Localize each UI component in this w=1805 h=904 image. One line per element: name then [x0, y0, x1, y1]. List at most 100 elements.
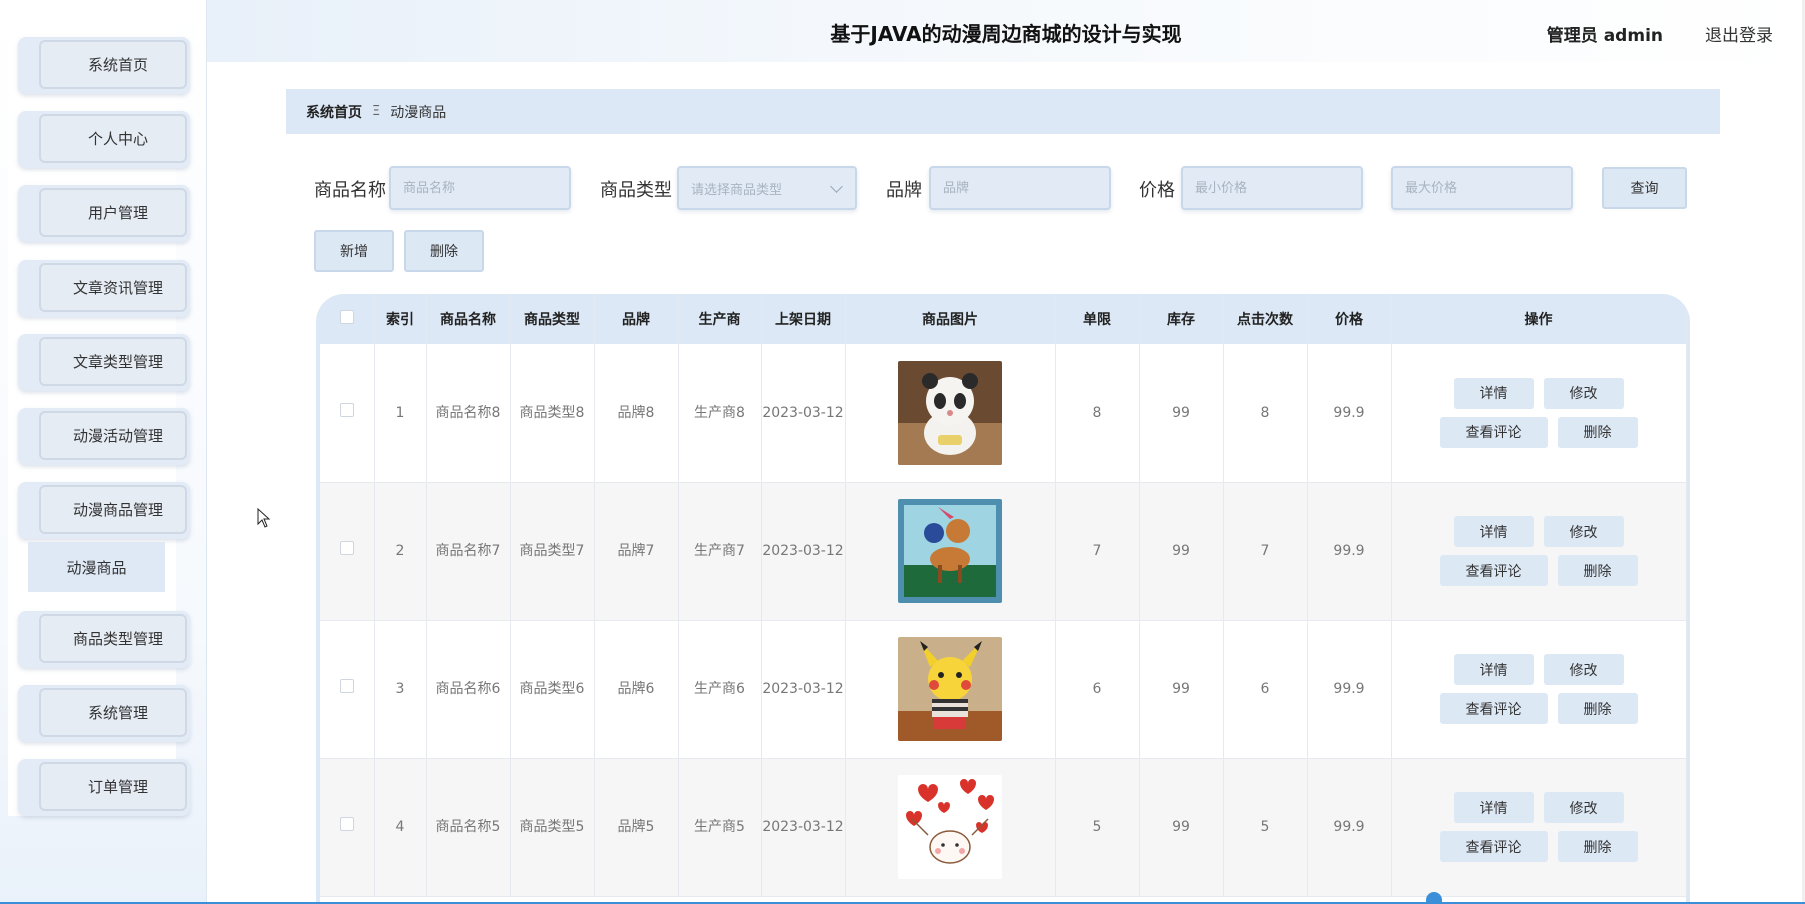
max-price-input[interactable]: [1391, 166, 1573, 210]
cell-image: [845, 758, 1056, 897]
cell-date: 2023-03-12: [761, 344, 846, 483]
edit-button[interactable]: 修改: [1543, 654, 1624, 685]
mouse-cursor-icon: [257, 508, 271, 528]
row-delete-button[interactable]: 删除: [1557, 831, 1638, 862]
cell-limit: 8: [1055, 344, 1140, 483]
column-header: 商品类型: [510, 294, 595, 344]
sidebar-item-label: 订单管理: [39, 762, 187, 811]
product-image-hearts[interactable]: [898, 775, 1002, 879]
product-image-panda[interactable]: [898, 360, 1002, 465]
edit-button[interactable]: 修改: [1543, 792, 1624, 823]
sidebar-item-label: 用户管理: [39, 188, 187, 237]
table-row: 1 商品名称8 商品类型8 品牌8 生产商8 2023-03-12 8 99 8…: [320, 344, 1687, 483]
sidebar-item-label: 系统首页: [39, 40, 187, 89]
cell-brand: 品牌8: [594, 344, 679, 483]
query-button[interactable]: 查询: [1602, 167, 1687, 209]
row-delete-button[interactable]: 删除: [1557, 416, 1638, 448]
cell-brand: 品牌7: [594, 482, 679, 621]
cell-clicks: 6: [1223, 620, 1308, 759]
view-reviews-button[interactable]: 查看评论: [1439, 416, 1548, 448]
brand-search-input[interactable]: [929, 166, 1111, 210]
sidebar-item-orders[interactable]: 订单管理: [18, 759, 190, 816]
product-image-pikachu[interactable]: [898, 637, 1002, 741]
sidebar-item-profile[interactable]: 个人中心: [18, 111, 190, 168]
cell-operations: 详情 修改 查看评论 删除: [1391, 344, 1687, 483]
row-delete-button[interactable]: 删除: [1557, 693, 1638, 724]
cell-clicks: 8: [1223, 344, 1308, 483]
detail-button[interactable]: 详情: [1453, 654, 1534, 685]
cell-maker: 生产商8: [678, 344, 762, 483]
cell-name: 商品名称8: [426, 344, 511, 483]
view-reviews-button[interactable]: 查看评论: [1439, 831, 1548, 862]
sidebar-item-system[interactable]: 系统管理: [18, 685, 190, 742]
cell-price: 99.9: [1307, 344, 1392, 483]
sidebar-item-label: 文章资讯管理: [39, 263, 187, 312]
column-header: 生产商: [678, 294, 762, 344]
cell-date: 2023-03-12: [761, 620, 846, 759]
cell-name: 商品名称7: [426, 482, 511, 621]
cell-maker: 生产商7: [678, 482, 762, 621]
cell-index: 2: [374, 482, 427, 621]
detail-button[interactable]: 详情: [1453, 516, 1534, 547]
sidebar-item-label: 系统管理: [39, 688, 187, 737]
product-image-bambi[interactable]: [898, 499, 1002, 603]
column-header: 商品图片: [845, 294, 1056, 344]
sidebar-item-users[interactable]: 用户管理: [18, 185, 190, 242]
sidebar-item-product-types[interactable]: 商品类型管理: [18, 611, 190, 668]
breadcrumb: 系统首页 Ξ 动漫商品: [286, 89, 1720, 134]
cell-stock: 99: [1139, 482, 1224, 621]
min-price-input[interactable]: [1181, 166, 1363, 210]
cell-stock: 99: [1139, 758, 1224, 897]
sidebar-item-events[interactable]: 动漫活动管理: [18, 408, 190, 465]
add-button[interactable]: 新增: [314, 230, 394, 272]
name-search-input[interactable]: [389, 166, 571, 210]
cell-stock: 99: [1139, 620, 1224, 759]
select-all-checkbox[interactable]: [339, 310, 354, 324]
column-header: 品牌: [594, 294, 679, 344]
view-reviews-button[interactable]: 查看评论: [1439, 693, 1548, 724]
breadcrumb-home[interactable]: 系统首页: [306, 102, 362, 122]
horizontal-scrollbar-thumb[interactable]: [1426, 892, 1442, 904]
column-header: 上架日期: [761, 294, 846, 344]
cell-price: 99.9: [1307, 620, 1392, 759]
cell-date: 2023-03-12: [761, 482, 846, 621]
logout-link[interactable]: 退出登录: [1705, 21, 1773, 46]
product-table-body: 索引 商品名称 商品类型 品牌 生产商 上架日期 商品图片 单限 库存 点击次数…: [320, 294, 1687, 904]
edit-button[interactable]: 修改: [1543, 377, 1624, 409]
brand-label: 品牌: [886, 180, 922, 201]
sidebar-item-articles[interactable]: 文章资讯管理: [18, 260, 190, 317]
detail-button[interactable]: 详情: [1453, 377, 1534, 409]
edit-button[interactable]: 修改: [1543, 516, 1624, 547]
row-checkbox[interactable]: [339, 817, 354, 831]
cell-index: 1: [374, 344, 427, 483]
current-user: 管理员 admin: [1546, 26, 1663, 46]
top-header: 基于JAVA的动漫周边商城的设计与实现 管理员 admin 退出登录: [207, 0, 1805, 62]
cell-type: 商品类型8: [510, 344, 595, 483]
row-checkbox[interactable]: [339, 541, 354, 555]
cell-maker: 生产商5: [678, 758, 762, 897]
row-delete-button[interactable]: 删除: [1557, 555, 1638, 586]
sidebar-item-article-types[interactable]: 文章类型管理: [18, 334, 190, 391]
sidebar-item-label: 文章类型管理: [39, 337, 187, 386]
sidebar-subitem-anime-products[interactable]: 动漫商品: [28, 542, 165, 592]
row-checkbox[interactable]: [339, 402, 354, 417]
column-header: 商品名称: [426, 294, 511, 344]
row-checkbox[interactable]: [339, 679, 354, 693]
breadcrumb-current: 动漫商品: [390, 104, 447, 121]
cell-operations: 详情 修改 查看评论 删除: [1391, 482, 1687, 621]
cell-clicks: 5: [1223, 758, 1308, 897]
sidebar-item-home[interactable]: 系统首页: [18, 37, 190, 94]
sidebar-item-products[interactable]: 动漫商品管理: [18, 482, 190, 539]
cell-image: [845, 620, 1056, 759]
delete-button[interactable]: 删除: [404, 230, 484, 272]
cell-name: 商品名称5: [426, 758, 511, 897]
cell-limit: 6: [1055, 620, 1140, 759]
table-row: 3 商品名称6 商品类型6 品牌6 生产商6 2023-03-12 6 99 6…: [320, 620, 1687, 759]
detail-button[interactable]: 详情: [1453, 792, 1534, 823]
column-header: 操作: [1391, 294, 1687, 344]
type-select[interactable]: 请选择商品类型: [677, 166, 857, 210]
cell-index: 3: [374, 620, 427, 759]
cell-type: 商品类型5: [510, 758, 595, 897]
column-header: 单限: [1055, 294, 1140, 344]
view-reviews-button[interactable]: 查看评论: [1439, 555, 1548, 586]
